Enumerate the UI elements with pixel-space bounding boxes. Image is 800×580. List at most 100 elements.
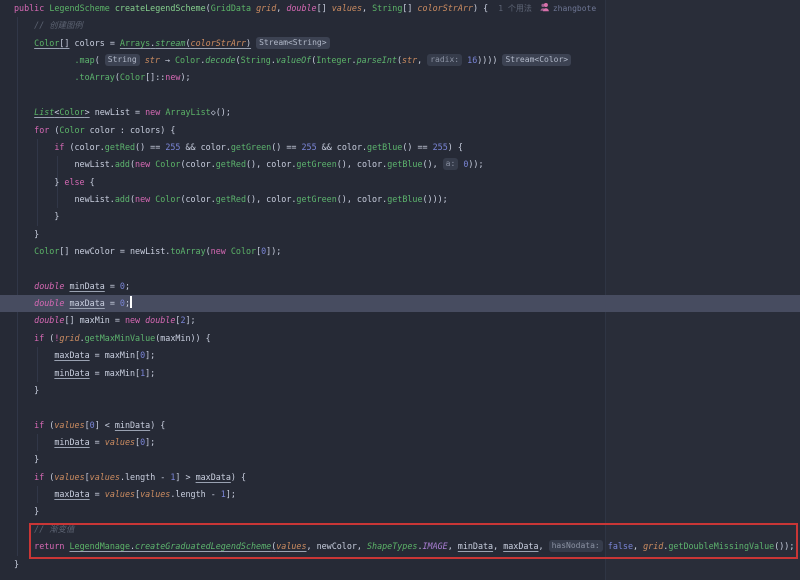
code-line[interactable]: maxData = maxMin[0]; xyxy=(0,347,800,364)
code-token: (color. xyxy=(64,142,104,152)
code-editor[interactable]: public LegendScheme createLegendScheme(G… xyxy=(0,0,800,580)
inlay-param-name-hint[interactable]: radix: xyxy=(427,54,462,66)
code-token: , xyxy=(417,55,427,65)
code-line[interactable]: maxData = values[values.length - 1]; xyxy=(0,486,800,503)
code-token: LegendScheme xyxy=(49,3,110,13)
code-token: (color. xyxy=(180,194,215,204)
code-token: } xyxy=(14,177,64,187)
code-token: [] xyxy=(59,38,69,48)
code-token: 255 xyxy=(433,142,448,152)
code-token: getDoubleMissingValue xyxy=(668,541,774,551)
code-token: Color xyxy=(34,246,59,256)
code-token: new xyxy=(165,72,180,82)
code-token xyxy=(14,298,34,308)
code-token: ) { xyxy=(448,142,463,152)
inlay-type-hint[interactable]: Stream<String> xyxy=(256,37,329,49)
code-lines[interactable]: public LegendScheme createLegendScheme(G… xyxy=(0,0,800,573)
code-token: ]; xyxy=(145,350,155,360)
code-token: ) { xyxy=(231,472,246,482)
code-token: , xyxy=(276,3,286,13)
code-token: double xyxy=(34,315,64,325)
code-token: , xyxy=(448,541,458,551)
code-line[interactable]: for (Color color : colors) { xyxy=(0,122,800,139)
code-line[interactable]: } xyxy=(0,226,800,243)
code-token: )); xyxy=(468,159,483,169)
code-token: Integer xyxy=(316,55,351,65)
code-token: stream xyxy=(155,38,185,48)
code-line[interactable]: } xyxy=(0,382,800,399)
code-line[interactable] xyxy=(0,399,800,416)
code-line[interactable]: if (color.getRed() == 255 && color.getGr… xyxy=(0,139,800,156)
code-token xyxy=(14,55,75,65)
code-token: )))) xyxy=(477,55,502,65)
code-line[interactable]: } xyxy=(0,208,800,225)
code-token: grid xyxy=(256,3,276,13)
code-line[interactable]: return LegendManage.createGraduatedLegen… xyxy=(0,538,800,555)
code-token: str xyxy=(145,55,160,65)
code-token: 255 xyxy=(165,142,180,152)
code-token: getRed xyxy=(105,142,135,152)
code-line[interactable] xyxy=(0,260,800,277)
code-line[interactable]: newList.add(new Color(color.getRed(), co… xyxy=(0,191,800,208)
code-token xyxy=(14,125,34,135)
code-token: , xyxy=(362,3,372,13)
inlay-param-name-hint[interactable]: a: xyxy=(443,158,459,170)
code-line[interactable]: List<Color> newList = new ArrayList◇(); xyxy=(0,104,800,121)
code-token: add xyxy=(115,159,130,169)
inlay-type-hint[interactable]: String xyxy=(105,54,140,66)
code-token: () == xyxy=(135,142,165,152)
author-inlay[interactable]: zhangbote xyxy=(553,4,596,13)
code-token: ()); xyxy=(774,541,794,551)
code-token: getBlue xyxy=(387,159,422,169)
code-token: ]; xyxy=(226,489,236,499)
code-line[interactable] xyxy=(0,87,800,104)
code-line[interactable]: Color[] colors = Arrays.stream(colorStrA… xyxy=(0,35,800,52)
code-line[interactable]: double minData = 0; xyxy=(0,278,800,295)
code-token: toArray xyxy=(170,246,205,256)
author-icon xyxy=(540,1,550,18)
code-line[interactable]: public LegendScheme createLegendScheme(G… xyxy=(0,0,800,17)
code-token: double xyxy=(286,3,316,13)
code-line[interactable]: minData = maxMin[1]; xyxy=(0,365,800,382)
code-line[interactable]: } xyxy=(0,451,800,468)
code-token xyxy=(14,142,54,152)
code-line[interactable]: } else { xyxy=(0,174,800,191)
code-line[interactable]: .toArray(Color[]::new); xyxy=(0,69,800,86)
code-line[interactable]: // 创建图例 xyxy=(0,17,800,34)
code-token: } xyxy=(14,454,39,464)
code-line[interactable]: double[] maxMin = new double[2]; xyxy=(0,312,800,329)
code-line[interactable]: // 渐变值 xyxy=(0,521,800,538)
code-line[interactable]: .map( String str → Color.decode(String.v… xyxy=(0,52,800,69)
code-line-caret[interactable]: double maxData = 0; xyxy=(0,295,800,312)
code-token: values xyxy=(90,472,120,482)
inlay-type-hint[interactable]: Stream<Color> xyxy=(502,54,571,66)
code-token: ] < xyxy=(95,420,115,430)
code-token: = xyxy=(105,281,120,291)
code-token: (maxMin)) { xyxy=(155,333,210,343)
code-token: getGreen xyxy=(296,159,336,169)
code-line[interactable]: minData = values[0]; xyxy=(0,434,800,451)
code-token: LegendManage xyxy=(69,541,130,551)
code-token: ]; xyxy=(145,368,155,378)
code-line[interactable]: Color[] newColor = newList.toArray(new C… xyxy=(0,243,800,260)
code-line[interactable]: if (!grid.getMaxMinValue(maxMin)) { xyxy=(0,330,800,347)
code-line[interactable]: } xyxy=(0,556,800,573)
code-line[interactable]: newList.add(new Color(color.getRed(), co… xyxy=(0,156,800,173)
inlay-param-name-hint[interactable]: hasNodata: xyxy=(549,540,603,552)
code-token: getMaxMinValue xyxy=(85,333,156,343)
code-token: [] maxMin = xyxy=(64,315,125,325)
code-token: getGreen xyxy=(296,194,336,204)
code-token: decode xyxy=(205,55,235,65)
code-token: double xyxy=(34,298,64,308)
code-line[interactable]: if (values[values.length - 1] > maxData)… xyxy=(0,469,800,486)
code-line[interactable]: if (values[0] < minData) { xyxy=(0,417,800,434)
code-token: , newColor, xyxy=(307,541,368,551)
code-token: getGreen xyxy=(231,142,271,152)
code-token: (), color. xyxy=(246,159,296,169)
usages-inlay[interactable]: 1 个用法 xyxy=(498,4,532,13)
code-token: , xyxy=(633,541,643,551)
code-token: [] newColor = newList. xyxy=(59,246,170,256)
code-token: for xyxy=(34,125,49,135)
code-token: Color xyxy=(59,107,84,117)
code-line[interactable]: } xyxy=(0,503,800,520)
